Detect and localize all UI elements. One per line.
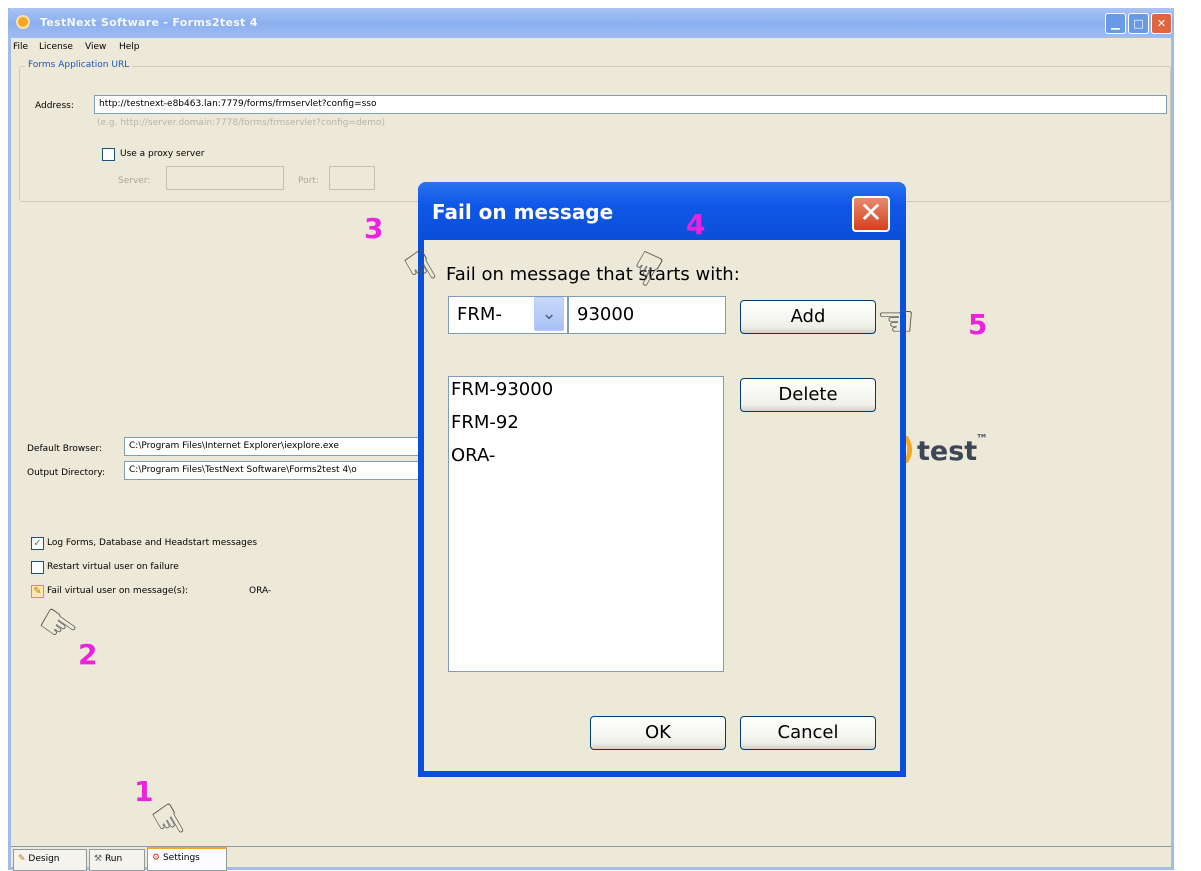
url-group-title: Forms Application URL bbox=[25, 60, 133, 70]
menu-bar: File License View Help bbox=[11, 39, 1171, 56]
cancel-button[interactable]: Cancel bbox=[740, 716, 876, 750]
output-directory-label: Output Directory: bbox=[27, 468, 105, 478]
tab-design[interactable]: ✎ Design bbox=[13, 849, 87, 871]
delete-button[interactable]: Delete bbox=[740, 378, 876, 412]
address-hint: (e.g. http://server.domain:7778/forms/fr… bbox=[97, 118, 386, 128]
pointing-hand-icon: ☞ bbox=[876, 296, 916, 347]
default-browser-input[interactable]: C:\Program Files\Internet Explorer\iexpl… bbox=[124, 437, 424, 456]
output-directory-input[interactable]: C:\Program Files\TestNext Software\Forms… bbox=[124, 461, 424, 480]
proxy-label: Use a proxy server bbox=[120, 149, 205, 159]
tab-bar: ✎ Design ⚒ Run ⚙ Settings bbox=[11, 846, 1171, 871]
default-browser-label: Default Browser: bbox=[27, 444, 103, 454]
menu-license[interactable]: License bbox=[39, 42, 73, 52]
dialog-title: Fail on message bbox=[432, 200, 614, 224]
add-button[interactable]: Add bbox=[740, 300, 876, 334]
dialog-close-icon[interactable]: ✕ bbox=[852, 196, 890, 232]
dialog-title-bar: Fail on message ✕ bbox=[418, 182, 906, 240]
close-icon[interactable]: ✕ bbox=[1151, 13, 1172, 34]
fail-edit-icon[interactable]: ✎ bbox=[31, 585, 44, 598]
app-icon bbox=[16, 15, 30, 29]
log-messages-label: Log Forms, Database and Headstart messag… bbox=[47, 538, 258, 548]
address-label: Address: bbox=[35, 101, 74, 111]
list-item[interactable]: FRM-92 bbox=[449, 410, 723, 443]
tab-settings[interactable]: ⚙ Settings bbox=[147, 847, 227, 871]
window-title: TestNext Software - Forms2test 4 bbox=[40, 16, 258, 29]
logo-trademark: ™ bbox=[976, 432, 988, 446]
title-bar: TestNext Software - Forms2test 4 ▁ □ ✕ bbox=[8, 8, 1174, 38]
message-list[interactable]: FRM-93000 FRM-92 ORA- bbox=[448, 376, 724, 672]
prefix-select-value: FRM- bbox=[457, 304, 502, 325]
restart-user-label: Restart virtual user on failure bbox=[47, 562, 179, 572]
port-label: Port: bbox=[298, 176, 319, 186]
proxy-checkbox[interactable] bbox=[102, 148, 115, 161]
logo-text: test bbox=[917, 436, 978, 467]
step-3-number: 3 bbox=[364, 212, 384, 245]
address-input[interactable]: http://testnext-e8b463.lan:7779/forms/fr… bbox=[94, 95, 1167, 114]
tab-settings-label: Settings bbox=[162, 853, 200, 863]
chevron-down-icon[interactable]: ⌄ bbox=[534, 297, 564, 331]
list-item[interactable]: ORA- bbox=[449, 443, 723, 476]
menu-help[interactable]: Help bbox=[119, 42, 140, 52]
step-4-number: 4 bbox=[686, 208, 706, 241]
ok-button[interactable]: OK bbox=[590, 716, 726, 750]
tab-design-label: Design bbox=[28, 854, 60, 864]
fail-messages-value: ORA- bbox=[249, 586, 272, 596]
step-1-number: 1 bbox=[134, 775, 154, 808]
minimize-icon[interactable]: ▁ bbox=[1105, 13, 1126, 34]
tab-run[interactable]: ⚒ Run bbox=[89, 849, 145, 871]
server-input[interactable] bbox=[166, 166, 284, 190]
menu-view[interactable]: View bbox=[85, 42, 106, 52]
step-5-number: 5 bbox=[968, 308, 988, 341]
list-item[interactable]: FRM-93000 bbox=[449, 377, 723, 410]
run-icon: ⚒ bbox=[94, 854, 103, 864]
restart-user-checkbox[interactable] bbox=[31, 561, 44, 574]
tab-run-label: Run bbox=[104, 854, 123, 864]
fail-messages-label: Fail virtual user on message(s): bbox=[47, 586, 189, 596]
message-input[interactable]: 93000 bbox=[568, 296, 726, 334]
step-2-number: 2 bbox=[78, 638, 98, 671]
settings-icon: ⚙ bbox=[152, 853, 161, 863]
dialog-body: Fail on message that starts with: FRM- 9… bbox=[424, 240, 900, 771]
port-input[interactable] bbox=[329, 166, 375, 190]
dialog-prompt: Fail on message that starts with: bbox=[446, 264, 740, 285]
pencil-icon: ✎ bbox=[18, 854, 26, 864]
log-messages-checkbox[interactable]: ✓ bbox=[31, 537, 44, 550]
menu-file[interactable]: File bbox=[13, 42, 28, 52]
server-label: Server: bbox=[118, 176, 151, 186]
maximize-icon[interactable]: □ bbox=[1128, 13, 1149, 34]
